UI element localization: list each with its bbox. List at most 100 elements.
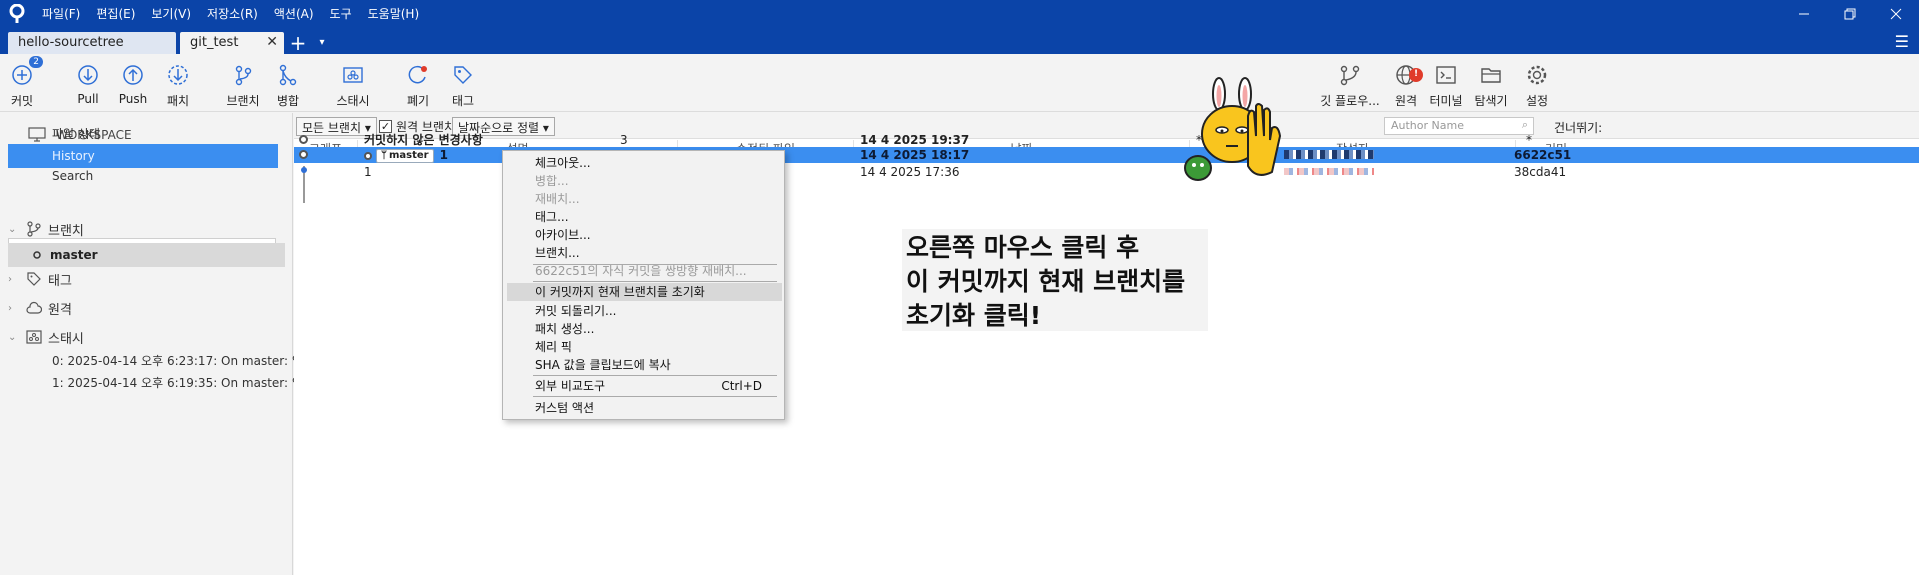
- sourcetree-logo-icon: [0, 0, 34, 28]
- menu-item-rebase: 재배치...: [535, 192, 580, 206]
- tag-button[interactable]: 태그: [433, 62, 493, 109]
- commit-count-badge: 2: [29, 56, 43, 68]
- menu-item-tag[interactable]: 태그...: [507, 208, 782, 226]
- settings-button[interactable]: 설정: [1507, 62, 1567, 109]
- stash-button[interactable]: 스태시: [323, 62, 383, 109]
- tag-icon: [450, 62, 476, 88]
- commit-node-icon: [301, 167, 307, 173]
- cloud-icon: [26, 301, 42, 314]
- sourcetree-window: 파일(F) 편집(E) 보기(V) 저장소(R) 액션(A) 도구 도움말(H)…: [0, 0, 1919, 575]
- stash-label: 스태시: [336, 94, 370, 108]
- menu-tools[interactable]: 도구: [322, 0, 360, 28]
- menu-item-custom-action[interactable]: 커스텀 액션: [507, 399, 782, 417]
- commit-description: 1: [439, 148, 448, 162]
- tab-close-icon[interactable]: ✕: [266, 34, 278, 50]
- chevron-down-icon: ⌄: [8, 223, 17, 235]
- tags-title: 태그: [48, 273, 72, 289]
- menu-item-copy-sha[interactable]: SHA 값을 클립보드에 복사: [507, 356, 782, 374]
- sidebar-item-file-status[interactable]: 파일 상태: [8, 122, 278, 146]
- section-remotes[interactable]: › 원격: [8, 296, 72, 320]
- commit-description: 1: [364, 165, 372, 179]
- tab-label: hello-sourcetree: [18, 35, 124, 50]
- sidebar-item-search[interactable]: Search: [8, 164, 278, 188]
- commit-hash: 38cda41: [1514, 165, 1567, 179]
- commit-context-menu: 체크아웃... 병합... 재배치... 태그... 아카이브... 브랜치..…: [502, 150, 785, 420]
- branches-title: 브랜치: [48, 223, 84, 239]
- menu-item-interactive-rebase: 6622c51의 자식 커밋을 쌍방향 재배치...: [535, 264, 747, 278]
- rabbit-sticker-icon: [1184, 77, 1282, 181]
- settings-label: 설정: [1525, 94, 1549, 108]
- merge-icon: [275, 62, 301, 88]
- menu-help[interactable]: 도움말(H): [360, 0, 428, 28]
- current-branch-icon: [33, 251, 41, 259]
- menu-item-reset-branch[interactable]: 이 커밋까지 현재 브랜치를 초기화: [507, 283, 782, 301]
- tab-bar: hello-sourcetree git_test ✕ + ▾ ☰: [0, 28, 1919, 54]
- explorer-label: 탐색기: [1474, 94, 1508, 108]
- commit-node-icon: [299, 135, 308, 144]
- branch-icon: [230, 62, 256, 88]
- menu-item-checkout[interactable]: 체크아웃...: [507, 154, 782, 172]
- git-flow-button[interactable]: 깃 플로우...: [1320, 62, 1380, 109]
- menu-repository[interactable]: 저장소(R): [199, 0, 266, 28]
- instruction-annotation: 오른쪽 마우스 클릭 후 이 커밋까지 현재 브랜치를 초기화 클릭!: [902, 229, 1208, 331]
- discard-label: 폐기: [406, 94, 430, 108]
- discard-icon: [405, 62, 431, 88]
- close-window-button[interactable]: [1873, 0, 1919, 28]
- menu-edit[interactable]: 편집(E): [88, 0, 143, 28]
- merge-button[interactable]: 병합: [258, 62, 318, 109]
- menu-item-external-diff[interactable]: 외부 비교도구 Ctrl+D: [507, 377, 782, 395]
- push-icon: [120, 62, 146, 88]
- menu-actions[interactable]: 액션(A): [266, 0, 322, 28]
- menu-item-create-patch[interactable]: 패치 생성...: [507, 320, 782, 338]
- close-icon: [1890, 8, 1902, 20]
- branch-label: 브랜치: [226, 94, 260, 108]
- menu-item-archive[interactable]: 아카이브...: [507, 226, 782, 244]
- menu-item-revert-commit[interactable]: 커밋 되돌리기...: [507, 302, 782, 320]
- git-flow-icon: [1337, 62, 1363, 88]
- sidebar-branch-master[interactable]: master: [8, 243, 285, 267]
- fetch-button[interactable]: 패치: [148, 62, 208, 109]
- branch-tag-name: master: [389, 149, 429, 161]
- branch-label-tag[interactable]: ᛘ master: [376, 148, 434, 163]
- annotation-line: 오른쪽 마우스 클릭 후: [906, 233, 1140, 262]
- stash-icon: [26, 330, 42, 344]
- menu-separator: [533, 375, 777, 376]
- commit-icon: 2: [9, 56, 43, 88]
- toolbar: 2 커밋 Pull Push 패치 브랜치 병합 스태시 폐기 태그 깃 플로우…: [0, 54, 1919, 112]
- menu-file[interactable]: 파일(F): [34, 0, 88, 28]
- chevron-right-icon: ›: [8, 273, 12, 285]
- hamburger-menu-icon[interactable]: ☰: [1895, 32, 1909, 51]
- menu-item-cherry-pick[interactable]: 체리 픽: [507, 338, 782, 356]
- gear-icon: [1524, 62, 1550, 88]
- terminal-label: 터미널: [1429, 94, 1463, 108]
- tab-hello-sourcetree[interactable]: hello-sourcetree: [8, 32, 176, 54]
- chevron-down-icon: ⌄: [8, 331, 17, 343]
- stash-title: 스태시: [48, 331, 84, 347]
- annotation-line: 초기화 클릭!: [906, 301, 1042, 330]
- commit-label: 커밋: [10, 94, 34, 108]
- commit-date: 14 4 2025 18:17: [860, 148, 970, 162]
- tab-git-test[interactable]: git_test ✕: [180, 32, 284, 54]
- commit-node-icon: [299, 150, 308, 159]
- section-tags[interactable]: › 태그: [8, 267, 72, 291]
- sidebar: WORKSPACE 파일 상태 History Search 검색 ⌕ ⌄ 브랜…: [0, 113, 348, 575]
- branch-name: master: [50, 248, 98, 262]
- menu-separator: [533, 281, 777, 282]
- commit-button[interactable]: 2 커밋: [0, 56, 52, 109]
- minimize-button[interactable]: [1781, 0, 1827, 28]
- search-icon: ⌕: [1521, 118, 1528, 131]
- menu-item-branch[interactable]: 브랜치...: [507, 244, 782, 262]
- commit-hash: 6622c51: [1514, 148, 1572, 162]
- terminal-icon: [1433, 62, 1459, 88]
- folder-icon: [1478, 62, 1504, 88]
- section-stashes[interactable]: ⌄ 스태시: [8, 325, 84, 349]
- menu-view[interactable]: 보기(V): [143, 0, 199, 28]
- redacted-author: [1284, 168, 1374, 175]
- add-tab-button[interactable]: +: [284, 32, 312, 54]
- restore-button[interactable]: [1827, 0, 1873, 28]
- pull-label: Pull: [77, 92, 99, 106]
- section-branches[interactable]: ⌄ 브랜치: [8, 217, 84, 241]
- tab-list-dropdown[interactable]: ▾: [312, 32, 332, 54]
- redacted-author: [1284, 150, 1374, 159]
- branch-icon: [27, 221, 41, 237]
